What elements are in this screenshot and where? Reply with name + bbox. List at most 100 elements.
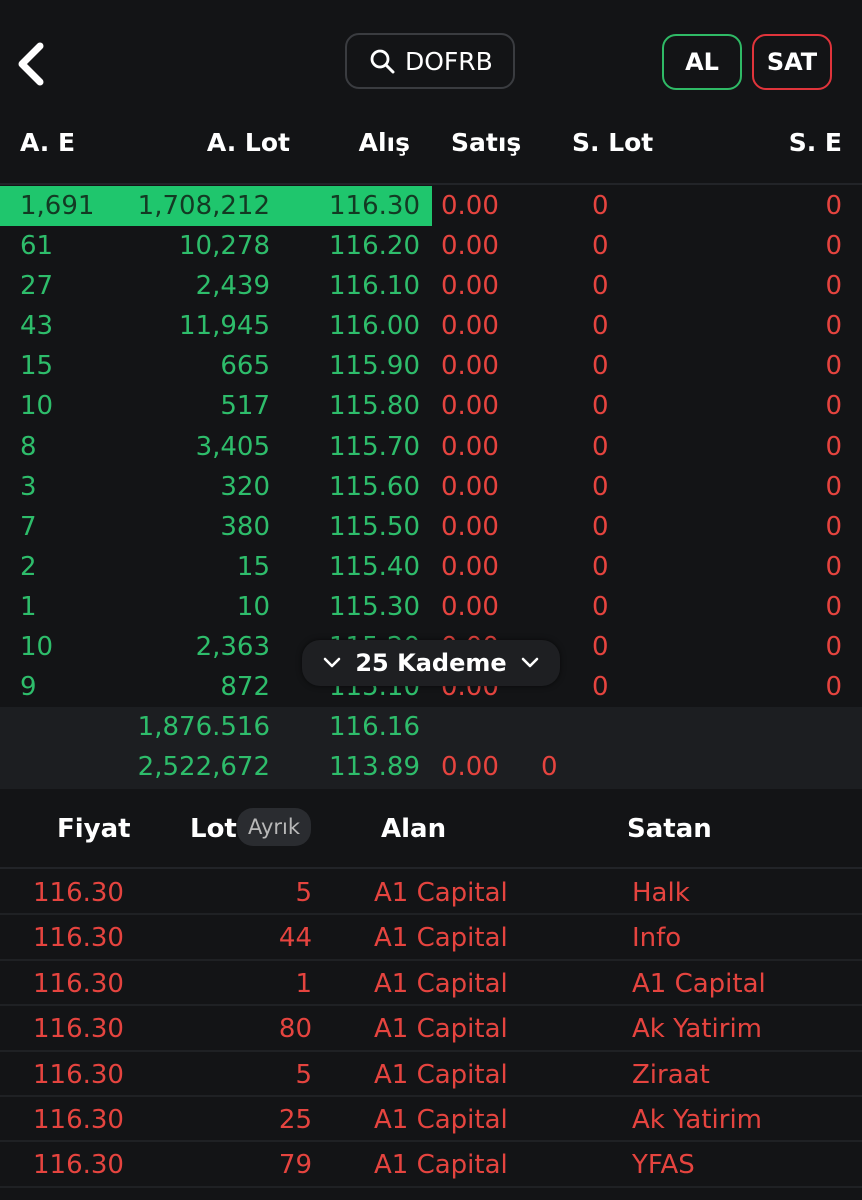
trade-row[interactable]: 116.30 5 A1 Capital Halk: [0, 870, 862, 916]
back-chevron-icon: [18, 42, 44, 86]
trade-row[interactable]: 116.30 5 A1 Capital Ziraat: [0, 1052, 862, 1097]
ask-order-count: 0: [825, 311, 842, 342]
trades-list: 116.30 5 A1 Capital Halk 116.30 44 A1 Capital I…: [0, 870, 862, 1188]
trade-price: 116.30: [33, 968, 124, 999]
depth-row[interactable]: 3 320 115.60 0.00 0 0: [0, 467, 862, 507]
depth-row[interactable]: 1 10 115.30 0.00 0 0: [0, 587, 862, 627]
bid-lot: 2,439: [195, 271, 270, 302]
trade-price: 116.30: [33, 1059, 124, 1090]
trade-seller: Ak Yatirim: [632, 1104, 762, 1135]
depth-row[interactable]: 8 3,405 115.70 0.00 0 0: [0, 427, 862, 467]
bid-price: 115.80: [329, 391, 420, 422]
trade-row[interactable]: 116.30 80 A1 Capital Ak Yatirim: [0, 1006, 862, 1052]
bid-order-count: 43: [20, 311, 54, 342]
header-divider: [0, 183, 862, 185]
bid-order-count: 10: [20, 632, 54, 663]
bid-price: 116.00: [329, 311, 420, 342]
ask-order-count: 0: [825, 591, 842, 622]
col-header-se: S. E: [788, 128, 842, 157]
ask-price: 0.00: [441, 551, 499, 582]
bid-order-count: 8: [20, 431, 37, 462]
trade-buyer: A1 Capital: [374, 1104, 508, 1135]
trades-col-fiyat: Fiyat: [57, 814, 131, 844]
ask-lot: 0: [592, 271, 609, 302]
chevron-down-icon: [521, 657, 538, 668]
trade-price: 116.30: [33, 1014, 124, 1045]
bid-lot: 665: [220, 351, 270, 382]
trade-lot: 79: [278, 1150, 312, 1181]
trade-row[interactable]: 116.30 1 A1 Capital A1 Capital: [0, 961, 862, 1007]
bid-order-count: 15: [20, 351, 54, 382]
bid-price: 116.10: [329, 271, 420, 302]
bid-lot: 1,708,212: [137, 191, 270, 221]
trade-price: 116.30: [33, 1150, 124, 1181]
bid-price: 115.60: [329, 471, 420, 502]
bid-lot: 517: [220, 391, 270, 422]
total-lot: 2,522,672: [137, 752, 270, 782]
col-header-slot: S. Lot: [572, 128, 654, 157]
ask-order-count: 0: [825, 672, 842, 703]
depth-row[interactable]: 61 10,278 116.20 0.00 0 0: [0, 226, 862, 266]
bid-lot: 2,363: [195, 632, 270, 663]
depth-row[interactable]: 1,691 1,708,212 116.30 0.00 0 0: [0, 186, 862, 226]
back-button[interactable]: [10, 40, 54, 88]
trades-divider: [0, 867, 862, 869]
bid-price: 115.70: [329, 431, 420, 462]
bid-price: 115.40: [329, 551, 420, 582]
avg-bid-price: 116.16: [329, 712, 420, 742]
total-ask-price: 0.00: [441, 752, 499, 782]
trade-seller: Halk: [632, 878, 690, 908]
symbol-search-button[interactable]: DOFRB: [345, 33, 515, 89]
ask-price: 0.00: [441, 511, 499, 542]
bid-order-count: 10: [20, 391, 54, 422]
trade-row[interactable]: 116.30 79 A1 Capital YFAS: [0, 1142, 862, 1188]
depth-row[interactable]: 43 11,945 116.00 0.00 0 0: [0, 306, 862, 346]
trade-price: 116.30: [33, 923, 124, 954]
trade-seller: Ziraat: [632, 1059, 710, 1090]
search-icon: [370, 49, 395, 74]
trade-price: 116.30: [33, 878, 124, 908]
trade-seller: Ak Yatirim: [632, 1014, 762, 1045]
depth-row[interactable]: 10 517 115.80 0.00 0 0: [0, 386, 862, 426]
bid-lot: 380: [220, 511, 270, 542]
depth-row[interactable]: 7 380 115.50 0.00 0 0: [0, 507, 862, 547]
bid-order-count: 1,691: [20, 191, 95, 221]
bid-order-count: 2: [20, 551, 37, 582]
ask-price: 0.00: [441, 471, 499, 502]
ask-price: 0.00: [441, 191, 499, 221]
ask-price: 0.00: [441, 351, 499, 382]
trade-lot: 44: [278, 923, 312, 954]
trades-header: Fiyat Lot Ayrık Alan Satan: [0, 790, 862, 868]
col-header-alot: A. Lot: [206, 128, 290, 157]
ask-order-count: 0: [825, 551, 842, 582]
bid-lot: 872: [220, 672, 270, 703]
trade-buyer: A1 Capital: [374, 1150, 508, 1181]
buy-button[interactable]: AL: [662, 34, 742, 90]
bid-price: 116.30: [329, 191, 420, 221]
trade-row[interactable]: 116.30 44 A1 Capital Info: [0, 915, 862, 961]
ask-lot: 0: [592, 471, 609, 502]
trade-buyer: A1 Capital: [374, 1014, 508, 1045]
trade-seller: A1 Capital: [632, 968, 766, 999]
chevron-down-icon: [324, 657, 341, 668]
depth-row[interactable]: 27 2,439 116.10 0.00 0 0: [0, 266, 862, 306]
trade-row[interactable]: 116.30 25 A1 Capital Ak Yatirim: [0, 1097, 862, 1143]
ask-lot: 0: [592, 191, 609, 221]
depth-row[interactable]: 15 665 115.90 0.00 0 0: [0, 346, 862, 386]
sell-button[interactable]: SAT: [752, 34, 832, 90]
bid-order-count: 1: [20, 591, 37, 622]
col-header-alis: Alış: [358, 128, 410, 157]
trade-buyer: A1 Capital: [374, 923, 508, 954]
depth-row[interactable]: 2 15 115.40 0.00 0 0: [0, 547, 862, 587]
ask-lot: 0: [592, 632, 609, 663]
trade-seller: Info: [632, 923, 682, 954]
trade-buyer: A1 Capital: [374, 1059, 508, 1090]
col-header-satis: Satış: [451, 128, 522, 157]
lot-mode-toggle[interactable]: Ayrık: [237, 808, 311, 846]
depth-level-selector[interactable]: 25 Kademe: [302, 640, 560, 686]
ask-order-count: 0: [825, 632, 842, 663]
bid-order-count: 9: [20, 672, 37, 703]
ask-price: 0.00: [441, 231, 499, 262]
totals-row: 2,522,672 113.89 0.00 0: [0, 747, 862, 787]
depth-totals: 1,876.516 116.16 2,522,672 113.89 0.00 0: [0, 707, 862, 789]
